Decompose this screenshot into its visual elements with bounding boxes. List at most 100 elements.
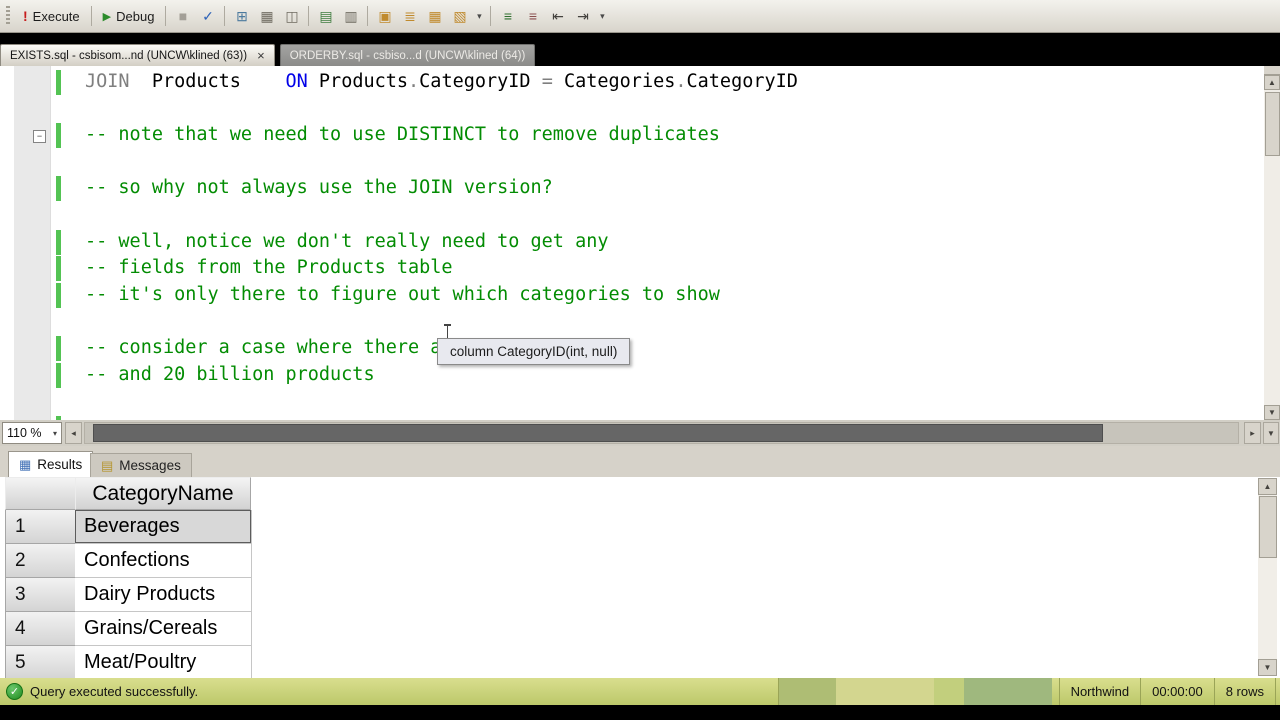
scroll-right-icon[interactable]: ▸ [1244, 422, 1261, 444]
code-token: CategoryID [419, 71, 531, 92]
results-grid: CategoryName 1 Beverages 2 Confections 3 Dair… [0, 477, 1280, 678]
results-tab-label: Results [37, 457, 83, 472]
tab-results[interactable]: ▦ Results [8, 451, 94, 477]
code-token: = [541, 71, 553, 92]
code-line[interactable]: -- well, notice we don't really need to … [0, 229, 1265, 256]
row-header[interactable]: 3 [5, 578, 76, 612]
comment-icon[interactable]: ≡ [496, 5, 519, 27]
chevron-down-icon: ▾ [52, 428, 57, 438]
editor-hscroll-thumb[interactable] [93, 424, 1103, 442]
client-statistics-icon[interactable]: ▥ [339, 5, 362, 27]
scroll-down-icon[interactable]: ▼ [1264, 405, 1280, 420]
code-line[interactable] [0, 202, 1265, 229]
code-line[interactable]: JOIN Products ON Products.CategoryID = C… [0, 69, 1265, 96]
code-line[interactable]: -- fields from the Products table [0, 255, 1265, 282]
toolbar-grip[interactable] [6, 6, 10, 26]
toolbar-separator [224, 6, 226, 26]
editor-horizontal-scrollbar[interactable] [84, 422, 1239, 444]
tab-orderby-sql[interactable]: ORDERBY.sql - csbiso...d (UNCW\klined (6… [279, 44, 536, 66]
code-line[interactable]: -- and 20 billion products [0, 362, 1265, 389]
code-line[interactable]: -- consider a case where there ar [0, 335, 1265, 362]
grid-vertical-scrollbar[interactable]: ▲ ▼ [1258, 478, 1277, 676]
close-icon[interactable]: × [257, 49, 265, 62]
code-token: JOIN [85, 71, 130, 92]
table-row: 2 Confections [5, 544, 605, 578]
grid-corner-header[interactable] [5, 477, 76, 510]
row-header[interactable]: 4 [5, 612, 76, 646]
code-token: Products [129, 71, 286, 92]
cancel-query-icon[interactable]: ■ [171, 5, 194, 27]
results-to-file-icon[interactable]: ▧ [448, 5, 471, 27]
sql-editor[interactable]: JOIN Products ON Products.CategoryID = C… [0, 66, 1280, 420]
uncomment-icon[interactable]: ≡ [521, 5, 544, 27]
execute-button[interactable]: ! Execute [16, 4, 87, 28]
grid-vscroll-thumb[interactable] [1258, 496, 1277, 558]
code-token: Categories [552, 71, 676, 92]
tab-messages[interactable]: ▤ Messages [90, 453, 192, 477]
toolbar-options-icon[interactable]: ▾ [596, 5, 608, 27]
query-designer-icon[interactable]: ▦ [255, 5, 278, 27]
scroll-up-icon[interactable]: ▲ [1258, 478, 1277, 495]
grid-cell[interactable]: Meat/Poultry [75, 646, 252, 678]
tab-exists-sql[interactable]: EXISTS.sql - csbisom...nd (UNCW\klined (… [0, 44, 275, 66]
results-to-text-icon[interactable]: ≣ [398, 5, 421, 27]
status-message: Query executed successfully. [30, 684, 199, 699]
code-token: -- note that we need to use DISTINCT to … [85, 124, 720, 146]
row-header[interactable]: 2 [5, 544, 76, 578]
scroll-left-icon[interactable]: ◂ [65, 422, 82, 444]
toolbar-icons: ■ ✓ ⊞ ▦ ◫ ▤ ▥ ▣ ≣ ▦ ▧ ▾ ≡ ≡ ⇤ ⇥ ▾ [161, 5, 609, 27]
grid-cell[interactable]: Confections [75, 544, 252, 578]
table-row: 3 Dairy Products [5, 578, 605, 612]
code-token: ON [285, 71, 308, 92]
increase-indent-icon[interactable]: ⇥ [571, 5, 594, 27]
zoom-selector[interactable]: 110 % ▾ [2, 422, 62, 444]
scroll-down-icon[interactable]: ▼ [1258, 659, 1277, 676]
debug-play-icon: ▶ [102, 10, 112, 23]
decrease-indent-icon[interactable]: ⇤ [546, 5, 569, 27]
debug-button[interactable]: ▶ Debug [96, 4, 162, 28]
actual-plan-icon[interactable]: ▤ [314, 5, 337, 27]
code-line[interactable] [0, 96, 1265, 123]
status-row-count: 8 rows [1225, 684, 1264, 699]
results-grid-icon: ▦ [19, 456, 32, 472]
table-row: 1 Beverages [5, 510, 605, 544]
template-parameters-icon[interactable]: ◫ [280, 5, 303, 27]
code-line[interactable]: -- note that we need to use DISTINCT to … [0, 122, 1265, 149]
splitter-handle[interactable] [1264, 66, 1280, 75]
status-database: Northwind [1070, 684, 1130, 699]
grid-cell[interactable]: Dairy Products [75, 578, 252, 612]
table-row: 4 Grains/Cereals [5, 612, 605, 646]
parse-icon[interactable]: ✓ [196, 5, 219, 27]
results-to-grid-icon[interactable]: ▦ [423, 5, 446, 27]
code-token: . [408, 71, 420, 92]
code-line[interactable] [0, 388, 1265, 415]
document-tabstrip: EXISTS.sql - csbisom...nd (UNCW\klined (… [0, 44, 1280, 66]
code-line[interactable] [0, 149, 1265, 176]
code-token: -- consider a case where there ar [85, 337, 453, 358]
debug-label: Debug [116, 8, 155, 24]
messages-icon: ▤ [101, 457, 114, 473]
toolbar-separator [90, 6, 92, 26]
tab-label: ORDERBY.sql - csbiso...d (UNCW\klined (6… [289, 49, 526, 62]
status-elapsed-time: 00:00:00 [1152, 684, 1203, 699]
intellisense-tooltip: column CategoryID(int, null) [437, 338, 631, 365]
code-line[interactable] [0, 308, 1265, 335]
editor-vertical-scrollbar[interactable]: ▲ ▼ [1264, 66, 1280, 420]
grid-cell[interactable]: Grains/Cereals [75, 612, 252, 646]
code-token: -- fields from the Products table [85, 257, 453, 279]
scroll-corner-down-icon[interactable]: ▼ [1263, 422, 1279, 444]
execute-label: Execute [32, 8, 80, 24]
scroll-up-icon[interactable]: ▲ [1264, 75, 1280, 90]
estimated-plan-icon[interactable]: ⊞ [230, 5, 253, 27]
row-header[interactable]: 1 [5, 510, 76, 544]
code-line[interactable]: -- so why not always use the JOIN versio… [0, 175, 1265, 202]
row-header[interactable]: 5 [5, 646, 76, 678]
code-line[interactable]: -- it's only there to figure out which c… [0, 282, 1265, 309]
editor-vscroll-thumb[interactable] [1264, 92, 1280, 156]
sqlcmd-mode-icon[interactable]: ▣ [373, 5, 396, 27]
execute-icon: ! [23, 8, 28, 24]
grid-column-header[interactable]: CategoryName [75, 477, 251, 510]
dropdown-arrow-icon[interactable]: ▾ [473, 5, 485, 27]
grid-cell[interactable]: Beverages [75, 510, 252, 544]
